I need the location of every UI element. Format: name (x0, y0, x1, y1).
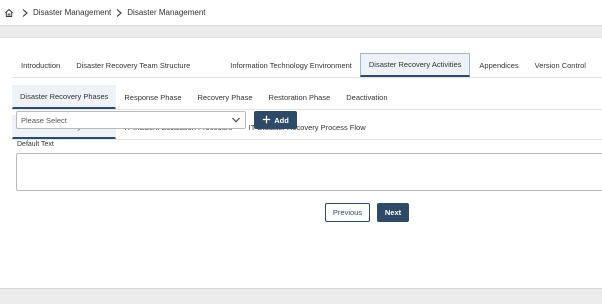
tab-recovery-phase[interactable]: Recovery Phase (190, 85, 261, 109)
tab-disaster-recovery-activities[interactable]: Disaster Recovery Activities (359, 53, 471, 77)
tab-response-phase[interactable]: Response Phase (116, 85, 189, 109)
tab-version-control[interactable]: Version Control (527, 53, 594, 77)
tab-restoration-phase[interactable]: Restoration Phase (261, 85, 339, 109)
tab-disaster-recovery-phases[interactable]: Disaster Recovery Phases (12, 85, 117, 109)
default-text-label: Default Text (17, 141, 54, 148)
breadcrumb-item-disaster-management[interactable]: Disaster Management (33, 8, 111, 17)
breadcrumb-item-current[interactable]: Disaster Management (127, 8, 205, 17)
chevron-right-icon (20, 8, 30, 18)
tab-deactivation[interactable]: Deactivation (338, 85, 395, 109)
breadcrumb: Disaster Management Disaster Management (0, 0, 602, 26)
previous-button[interactable]: Previous (325, 203, 370, 222)
plus-icon (262, 115, 271, 126)
tab-divider (12, 77, 602, 78)
add-button-label: Add (274, 115, 289, 125)
default-text-input[interactable] (16, 153, 602, 191)
sub-tab-divider (12, 109, 602, 110)
tab-appendices[interactable]: Appendices (470, 53, 526, 77)
add-button[interactable]: Add (254, 111, 297, 129)
tab-disaster-recovery-team-structure[interactable]: Disaster Recovery Team Structure (68, 53, 221, 77)
sub-sub-tab-divider (12, 139, 602, 140)
chevron-right-icon (114, 8, 124, 18)
home-icon[interactable] (4, 8, 14, 18)
phase-select[interactable]: Please Select (16, 111, 246, 129)
tab-information-technology-environment[interactable]: Information Technology Environment (221, 53, 360, 77)
main-tab-bar: Introduction Disaster Recovery Team Stru… (12, 53, 594, 77)
tab-introduction[interactable]: Introduction (12, 53, 68, 77)
chevron-down-icon (231, 115, 241, 125)
sub-tab-bar: Disaster Recovery Phases Response Phase … (12, 85, 396, 109)
phase-select-value: Please Select (21, 115, 67, 125)
next-button[interactable]: Next (377, 203, 409, 222)
